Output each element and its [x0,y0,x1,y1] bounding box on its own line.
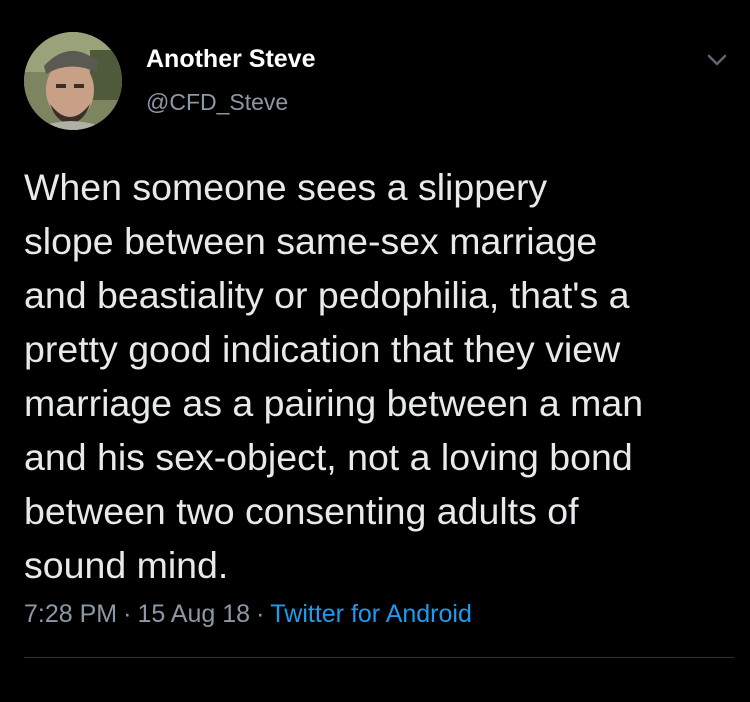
avatar-image [24,32,122,130]
tweet-card: Another Steve @CFD_Steve When someone se… [0,0,750,702]
tweet-text-line: sound mind. [24,544,229,586]
tweet-text-line: When someone sees a slippery [24,166,548,208]
tweet-source-link[interactable]: Twitter for Android [270,600,471,628]
divider [24,657,734,658]
tweet-text: When someone sees a slippery slope betwe… [24,160,736,592]
tweet-text-line: and his sex-object, not a loving bond [24,436,633,478]
tweet-text-line: pretty good indication that they view [24,328,621,370]
meta-separator: · [256,600,265,628]
tweet-time[interactable]: 7:28 PM [24,600,117,628]
tweet-text-line: slope between same-sex marriage [24,220,598,262]
tweet-metadata: 7:28 PM · 15 Aug 18 · Twitter for Android [24,598,472,630]
tweet-text-line: marriage as a pairing between a man [24,382,644,424]
tweet-text-line: and beastiality or pedophilia, that's a [24,274,630,316]
tweet-text-line: between two consenting adults of [24,490,579,532]
author-handle[interactable]: @CFD_Steve [146,88,288,116]
tweet-date[interactable]: 15 Aug 18 [137,600,250,628]
meta-separator: · [123,600,132,628]
avatar[interactable] [24,32,122,130]
chevron-down-icon[interactable] [704,50,730,70]
author-display-name[interactable]: Another Steve [146,44,315,74]
